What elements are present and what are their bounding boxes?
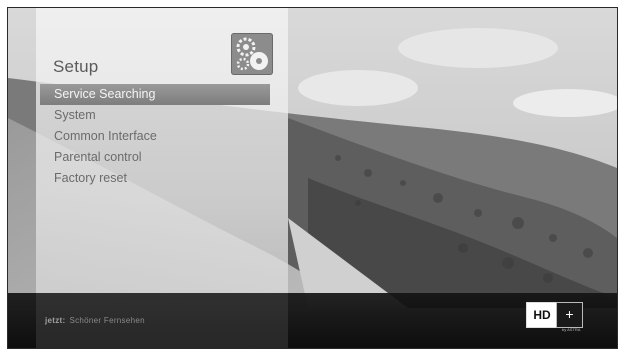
menu-item-parental-control[interactable]: Parental control — [40, 147, 270, 168]
menu-item-service-searching[interactable]: Service Searching — [40, 84, 270, 105]
logo-subtitle: by ASTRA — [562, 327, 581, 332]
menu-item-system[interactable]: System — [40, 105, 270, 126]
menu-item-label: System — [54, 108, 96, 122]
now-label: jetzt: — [45, 316, 66, 325]
menu-item-factory-reset[interactable]: Factory reset — [40, 168, 270, 189]
menu-item-label: Factory reset — [54, 171, 127, 185]
setup-gears-icon — [231, 33, 273, 75]
menu-item-common-interface[interactable]: Common Interface — [40, 126, 270, 147]
menu-item-label: Service Searching — [54, 87, 156, 101]
plus-logo-text: + — [556, 302, 583, 328]
page-title: Setup — [53, 57, 99, 76]
now-playing-info: jetzt: Schöner Fernsehen — [45, 316, 145, 325]
program-title: Schöner Fernsehen — [69, 316, 145, 325]
hd-plus-logo: HD + by ASTRA — [526, 302, 583, 332]
hd-logo-text: HD — [526, 302, 558, 328]
menu-item-label: Common Interface — [54, 129, 157, 143]
menu-item-label: Parental control — [54, 150, 142, 164]
setup-menu: Service Searching System Common Interfac… — [40, 84, 270, 189]
